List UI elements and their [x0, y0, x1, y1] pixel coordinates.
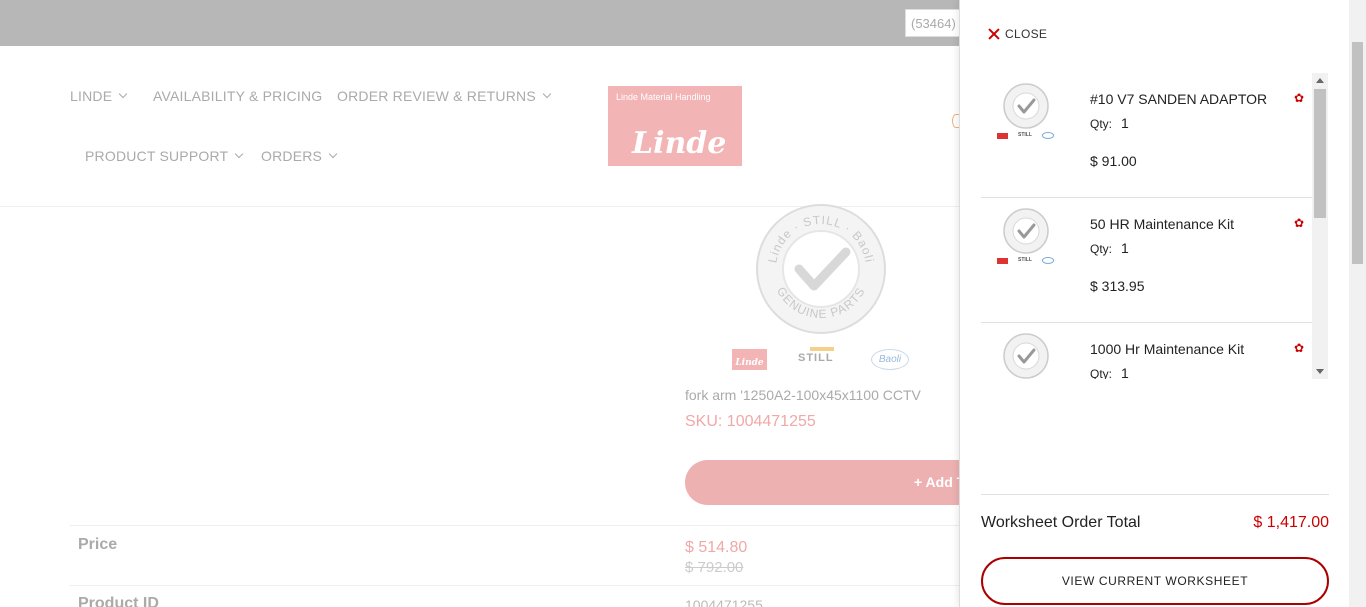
mini-baoli-logo — [1042, 132, 1054, 139]
product-sku: SKU: 1004471255 — [685, 413, 816, 430]
genuine-parts-icon — [1003, 208, 1049, 254]
price-current: $ 514.80 — [685, 539, 748, 556]
item-name: #10 V7 SANDEN ADAPTOR — [1090, 91, 1268, 107]
order-total-label: Worksheet Order Total — [981, 514, 1141, 531]
mini-linde-logo — [997, 258, 1008, 264]
chevron-down-icon — [118, 89, 128, 99]
genuine-parts-icon — [1003, 333, 1049, 379]
spec-divider — [70, 525, 970, 526]
worksheet-panel: CLOSE STILL #10 V7 SANDEN ADAPTOR Qty: 1… — [959, 0, 1349, 607]
mini-brand-logos: STILL — [997, 256, 1057, 266]
genuine-parts-icon — [1003, 83, 1049, 129]
item-price: $ 91.00 — [1090, 153, 1137, 169]
scroll-thumb[interactable] — [1314, 89, 1326, 218]
price-original: $ 792.00 — [685, 559, 744, 576]
chevron-down-icon — [542, 89, 552, 99]
close-icon — [988, 28, 1000, 40]
close-label: CLOSE — [1005, 27, 1048, 41]
logo-subtitle: Linde Material Handling — [616, 92, 711, 102]
items-scrollbar[interactable] — [1312, 73, 1328, 379]
brand-still-logo: STILL — [798, 347, 834, 364]
nav-linde[interactable]: LINDE — [70, 88, 128, 104]
item-name: 50 HR Maintenance Kit — [1090, 216, 1234, 232]
nav-availability-label: AVAILABILITY & PRICING — [153, 88, 323, 104]
mini-still-logo: STILL — [1018, 132, 1032, 138]
worksheet-item: STILL 50 HR Maintenance Kit Qty: 1 $ 313… — [981, 198, 1312, 323]
account-number-field[interactable]: (53464) — [905, 9, 965, 37]
qty-label: Qty: — [1090, 117, 1113, 131]
product-name: fork arm '1250A2-100x45x1100 CCTV — [685, 387, 921, 403]
qty-value: 1 — [1121, 365, 1129, 379]
chevron-down-icon — [328, 149, 338, 159]
item-price: $ 313.95 — [1090, 278, 1145, 294]
brand-logos: Linde STILL Baoli — [732, 347, 912, 372]
chevron-down-icon — [235, 149, 244, 159]
qty-label: Qty: — [1090, 367, 1113, 379]
view-current-worksheet-button[interactable]: VIEW CURRENT WORKSHEET — [981, 557, 1329, 605]
nav-orders-label: ORDERS — [261, 148, 323, 164]
scroll-down-arrow-icon[interactable] — [1316, 369, 1324, 374]
price-label: Price — [78, 536, 118, 553]
scroll-up-arrow-icon[interactable] — [1316, 78, 1324, 83]
page-scrollbar[interactable] — [1349, 0, 1366, 607]
item-name: 1000 Hr Maintenance Kit — [1090, 341, 1245, 357]
nav-product-support-label: PRODUCT SUPPORT — [85, 148, 229, 164]
gear-icon[interactable]: ✿ — [1294, 217, 1304, 229]
qty-label: Qty: — [1090, 242, 1113, 256]
worksheet-item: 1000 Hr Maintenance Kit Qty: 1 ✿ — [981, 323, 1312, 379]
brand-linde-logo: Linde — [732, 349, 767, 370]
qty-value: 1 — [1121, 115, 1129, 131]
spec-divider — [70, 585, 970, 586]
nav-order-review-label: ORDER REVIEW & RETURNS — [337, 88, 536, 104]
product-id-value: 1004471255 — [685, 597, 763, 607]
gear-icon[interactable]: ✿ — [1294, 342, 1304, 354]
nav-availability-pricing[interactable]: AVAILABILITY & PRICING — [153, 88, 322, 104]
order-total-value: $ 1,417.00 — [1253, 514, 1329, 531]
mini-linde-logo — [997, 133, 1008, 139]
worksheet-items-list[interactable]: STILL #10 V7 SANDEN ADAPTOR Qty: 1 $ 91.… — [981, 73, 1330, 379]
page-scroll-thumb[interactable] — [1352, 42, 1363, 264]
nav-product-support[interactable]: PRODUCT SUPPORT — [85, 148, 244, 164]
mini-baoli-logo — [1042, 257, 1054, 264]
total-divider — [981, 494, 1329, 495]
nav-orders[interactable]: ORDERS — [261, 148, 338, 164]
worksheet-item: STILL #10 V7 SANDEN ADAPTOR Qty: 1 $ 91.… — [981, 73, 1312, 198]
mini-still-logo: STILL — [1018, 257, 1032, 263]
gear-icon[interactable]: ✿ — [1294, 92, 1304, 104]
genuine-parts-badge: Linde · STILL · Baoli GENUINE PARTS — [756, 204, 886, 334]
mini-brand-logos: STILL — [997, 131, 1057, 141]
product-id-label: Product ID — [78, 595, 159, 607]
brand-baoli-logo: Baoli — [871, 349, 909, 370]
nav-linde-label: LINDE — [70, 88, 113, 104]
nav-order-review-returns[interactable]: ORDER REVIEW & RETURNS — [337, 88, 552, 104]
linde-logo[interactable]: Linde Material Handling Linde — [608, 86, 742, 166]
logo-wordmark: Linde — [632, 126, 727, 161]
qty-value: 1 — [1121, 240, 1129, 256]
close-button[interactable]: CLOSE — [988, 27, 1047, 41]
